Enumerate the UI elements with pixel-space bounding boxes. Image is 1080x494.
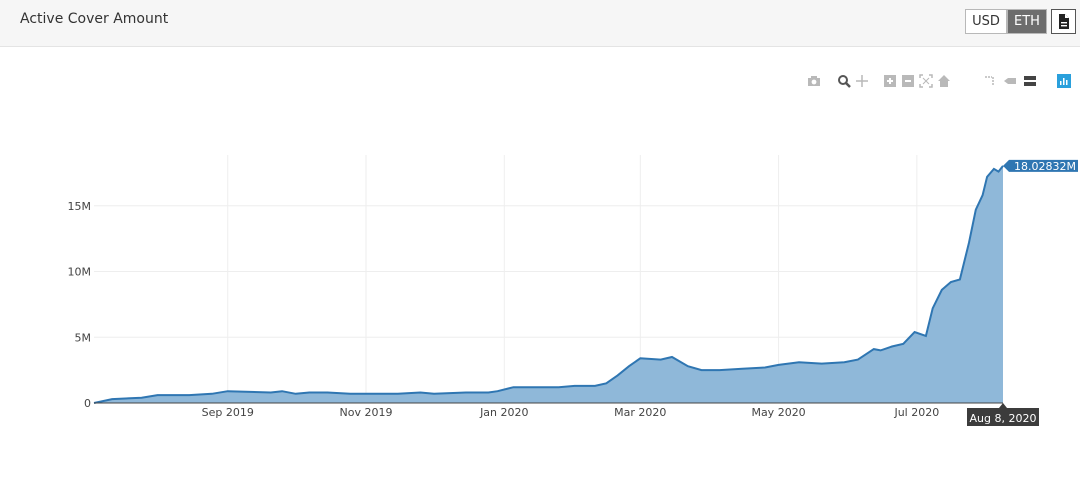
zoom-in-icon[interactable] — [883, 74, 897, 88]
x-tick-label: Nov 2019 — [340, 406, 393, 419]
hover-date-label-bg — [967, 403, 1039, 426]
eth-toggle-button[interactable]: ETH — [1007, 9, 1047, 34]
panel-title: Active Cover Amount — [20, 11, 169, 27]
x-tick-label: Jan 2020 — [479, 406, 528, 419]
y-tick-label: 10M — [68, 266, 92, 279]
export-button[interactable] — [1051, 9, 1076, 34]
hover-compare-icon[interactable] — [1023, 74, 1037, 88]
x-tick-label: Sep 2019 — [202, 406, 254, 419]
hover-value-label: 18.02832M — [1014, 160, 1076, 173]
hover-date-label: Aug 8, 2020 — [970, 412, 1037, 425]
document-icon — [1059, 14, 1069, 29]
usd-toggle-button[interactable]: USD — [965, 9, 1007, 34]
plotly-logo-icon[interactable] — [1057, 74, 1071, 88]
y-tick-label: 0 — [84, 397, 91, 410]
camera-icon[interactable] — [807, 74, 821, 88]
hover-value-label-bg — [1003, 159, 1078, 172]
x-tick-label: Mar 2020 — [614, 406, 666, 419]
area-fill — [94, 165, 1003, 403]
y-tick-label: 5M — [75, 331, 92, 344]
zoom-icon[interactable] — [837, 74, 851, 88]
home-icon[interactable] — [937, 74, 951, 88]
panel-header: Active Cover Amount USD ETH — [0, 0, 1080, 47]
x-tick-label: May 2020 — [751, 406, 805, 419]
spike-lines-icon[interactable] — [983, 74, 997, 88]
x-tick-label: Jul 2020 — [893, 406, 939, 419]
hover-closest-icon[interactable] — [1003, 74, 1017, 88]
pan-icon[interactable] — [855, 74, 869, 88]
y-tick-label: 15M — [68, 200, 92, 213]
chart: 0 5M 10M 15M Sep 2019 Nov 2019 Jan 2020 Mar 202… — [68, 155, 1078, 426]
autoscale-icon[interactable] — [919, 74, 933, 88]
zoom-out-icon[interactable] — [901, 74, 915, 88]
series-line — [93, 165, 1004, 404]
